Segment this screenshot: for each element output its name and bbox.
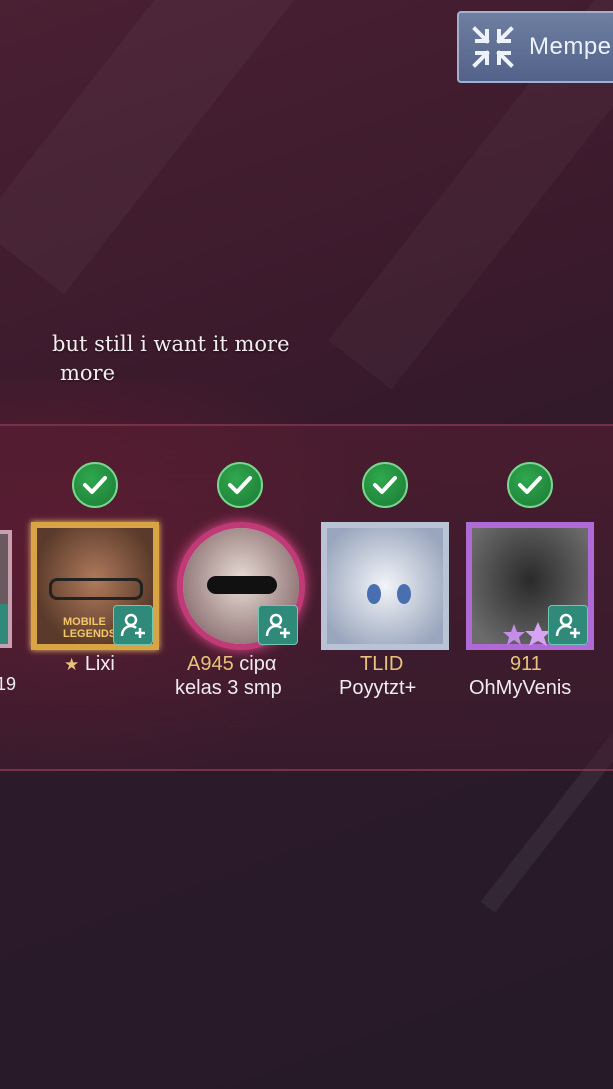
star-icon: ★ [64, 655, 80, 674]
ready-check-icon [507, 462, 553, 508]
player-name-text: Lixi [84, 653, 115, 675]
minimize-label: Mempe [529, 33, 612, 60]
squad-tag: TLID [360, 653, 404, 675]
player-name-partial: 19 [0, 674, 17, 694]
player-name-line-2[interactable]: kelas 3 smp [175, 676, 282, 700]
add-friend-button[interactable] [113, 605, 153, 645]
eye-graphic [367, 584, 381, 604]
minimize-button[interactable]: Mempe [457, 11, 613, 83]
squad-tag: 911 [510, 653, 542, 675]
add-friend-icon [555, 613, 580, 638]
add-friend-icon [265, 613, 290, 638]
add-friend-button[interactable] [548, 605, 588, 645]
player-name[interactable]: OhMyVenis [469, 676, 571, 700]
player-avatar[interactable] [321, 522, 449, 650]
glasses-graphic [49, 578, 143, 600]
player-name-text: cipα [239, 653, 277, 675]
sunglasses-graphic [207, 576, 277, 594]
shrink-arrows-icon [472, 26, 514, 68]
eye-graphic [397, 584, 411, 604]
ready-check-icon [362, 462, 408, 508]
add-friend-button[interactable] [258, 605, 298, 645]
ready-check-icon [217, 462, 263, 508]
squad-tag: A945 [187, 653, 234, 675]
caption-line-2: more [60, 361, 116, 385]
ready-check-icon [72, 462, 118, 508]
add-friend-button-partial[interactable] [0, 604, 8, 644]
player-name[interactable]: ★ Lixi [64, 652, 115, 677]
player-name-line-1[interactable]: A945 cipα [187, 652, 276, 676]
caption-line-1: but still i want it more [52, 332, 290, 356]
add-friend-icon [120, 613, 145, 638]
video-caption: but still i want it more more [52, 330, 312, 388]
player-name[interactable]: Poyytzt+ [339, 676, 416, 700]
